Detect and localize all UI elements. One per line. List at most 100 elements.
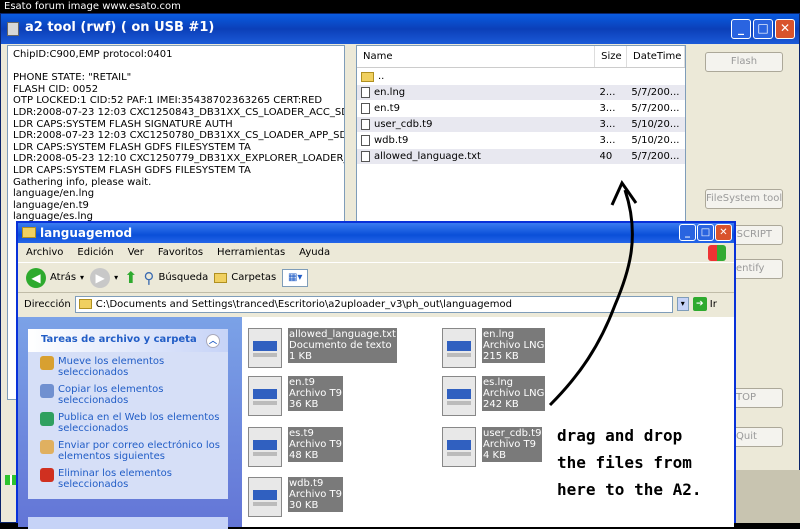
- log-line: PHONE STATE: "RETAIL": [13, 72, 132, 84]
- file-list-header: Name Size DateTime: [357, 46, 685, 68]
- file-row[interactable]: en.t9 3... 5/7/200...: [357, 101, 685, 116]
- back-button[interactable]: ◀ Atrás ▾: [26, 267, 84, 288]
- up-folder-icon[interactable]: ⬆: [124, 268, 137, 287]
- app-icon: [7, 22, 19, 36]
- address-label: Dirección: [24, 298, 71, 310]
- menu-item[interactable]: Archivo: [26, 247, 63, 262]
- file-item[interactable]: allowed_language.txt Documento de texto 1 …: [248, 328, 397, 368]
- log-line: FLASH CID: 0052: [13, 83, 99, 95]
- log-line: LDR:2008-07-23 12:03 CXC1250780_DB31XX_C…: [13, 130, 345, 142]
- file-icon: [361, 151, 370, 162]
- file-item[interactable]: user_cdb.t9 Archivo T9 4 KB: [442, 427, 543, 467]
- task-link[interactable]: Eliminar los elementos seleccionados: [28, 464, 228, 492]
- file-size: 242 KB: [483, 399, 519, 410]
- menu-item[interactable]: Ver: [128, 247, 144, 262]
- file-row[interactable]: en.lng 2... 5/7/200...: [357, 85, 685, 100]
- file-icon: [361, 103, 370, 114]
- log-line: language/en.t9: [13, 199, 89, 211]
- file-date: 5/10/20...: [631, 119, 680, 130]
- address-dropdown-icon[interactable]: ▾: [676, 297, 689, 311]
- go-button[interactable]: ➔ Ir: [692, 297, 717, 311]
- minimize-icon[interactable]: _: [679, 224, 696, 241]
- caption-line: here to the A2.: [557, 480, 702, 499]
- file-row[interactable]: user_cdb.t9 3... 5/10/20...: [357, 117, 685, 132]
- task-label: Publica en el Web los elementos seleccio…: [58, 412, 220, 434]
- forward-button[interactable]: ▶ ▾: [90, 267, 118, 288]
- task-link[interactable]: Publica en el Web los elementos seleccio…: [28, 408, 228, 436]
- minimize-icon[interactable]: _: [731, 19, 751, 39]
- file-row[interactable]: wdb.t9 3... 5/10/20...: [357, 133, 685, 148]
- task-icon: [40, 412, 54, 426]
- file-row[interactable]: allowed_language.txt 40 5/7/200...: [357, 149, 685, 164]
- other-places-header[interactable]: [28, 517, 228, 529]
- task-link[interactable]: Copiar los elementos seleccionados: [28, 380, 228, 408]
- maximize-icon[interactable]: □: [697, 224, 714, 241]
- file-name: en.t9: [289, 377, 315, 388]
- file-icon: [361, 135, 370, 146]
- col-size[interactable]: Size: [595, 46, 627, 67]
- desktop-background: [736, 470, 800, 523]
- drag-arrow-annotation: [548, 179, 638, 407]
- folders-button[interactable]: Carpetas: [214, 272, 276, 283]
- menu-item[interactable]: Ayuda: [299, 247, 330, 262]
- lng-file-icon: [442, 376, 476, 416]
- address-path: C:\Documents and Settings\tranced\Escrit…: [95, 298, 512, 310]
- file-label: es.lng Archivo LNG 242 KB: [482, 376, 546, 411]
- task-label: Enviar por correo electrónico los elemen…: [58, 440, 220, 462]
- file-name: user_cdb.t9: [374, 119, 433, 130]
- file-row[interactable]: ..: [357, 69, 685, 84]
- forward-arrow-icon: ▶: [90, 267, 111, 288]
- file-type: Archivo T9: [289, 439, 343, 450]
- menu-item[interactable]: Edición: [77, 247, 113, 262]
- t9-file-icon: [248, 427, 282, 467]
- close-icon[interactable]: ✕: [715, 224, 732, 241]
- log-line: language/en.lng: [13, 188, 95, 200]
- flash-button[interactable]: Flash: [705, 52, 783, 72]
- folder-icon: [22, 227, 36, 238]
- file-item[interactable]: en.lng Archivo LNG 215 KB: [442, 328, 546, 368]
- task-label: Eliminar los elementos seleccionados: [58, 468, 172, 490]
- filesystem-tool-button[interactable]: FileSystem tool: [705, 189, 783, 209]
- file-name-cell: ..: [357, 69, 596, 84]
- search-button[interactable]: ⚲ Búsqueda: [143, 269, 208, 287]
- col-name[interactable]: Name: [357, 46, 596, 67]
- task-link[interactable]: Mueve los elementos seleccionados: [28, 352, 228, 380]
- back-label: Atrás: [50, 272, 77, 283]
- dropdown-icon[interactable]: ▾: [114, 273, 118, 282]
- windows-logo-icon: [708, 245, 726, 261]
- t9-file-icon: [248, 477, 282, 517]
- task-icon: [40, 468, 54, 482]
- file-tasks-panel: Tareas de archivo y carpeta ︿ Mueve los …: [28, 329, 228, 499]
- file-name: user_cdb.t9: [483, 428, 542, 439]
- file-type: Archivo LNG: [483, 340, 545, 351]
- file-name-cell: user_cdb.t9: [357, 117, 596, 132]
- maximize-icon[interactable]: □: [753, 19, 773, 39]
- file-type: Archivo T9: [289, 489, 343, 500]
- file-item[interactable]: es.t9 Archivo T9 48 KB: [248, 427, 344, 467]
- file-name-cell: en.t9: [357, 101, 596, 116]
- file-item[interactable]: wdb.t9 Archivo T9 30 KB: [248, 477, 344, 517]
- file-name: es.lng: [483, 377, 514, 388]
- task-link[interactable]: Enviar por correo electrónico los elemen…: [28, 436, 228, 464]
- tasks-header[interactable]: Tareas de archivo y carpeta ︿: [28, 329, 228, 352]
- views-icon[interactable]: ▦▾: [282, 268, 309, 287]
- t9-file-icon: [248, 376, 282, 416]
- menu-item[interactable]: Favoritos: [158, 247, 203, 262]
- menu-item[interactable]: Herramientas: [217, 247, 285, 262]
- file-name: ..: [378, 71, 385, 82]
- close-icon[interactable]: ✕: [775, 19, 795, 39]
- collapse-icon[interactable]: ︿: [206, 334, 220, 348]
- file-name: wdb.t9: [374, 135, 409, 146]
- log-line: LDR CAPS:SYSTEM FLASH GDFS FILESYSTEM TA: [13, 164, 251, 176]
- file-size: 2...: [599, 87, 616, 98]
- search-icon: ⚲: [143, 268, 155, 287]
- file-name: en.lng: [483, 329, 515, 340]
- col-date[interactable]: DateTime: [627, 46, 685, 67]
- file-type: Archivo LNG: [483, 388, 545, 399]
- file-item[interactable]: es.lng Archivo LNG 242 KB: [442, 376, 546, 416]
- file-item[interactable]: en.t9 Archivo T9 36 KB: [248, 376, 344, 416]
- dropdown-icon[interactable]: ▾: [80, 273, 84, 282]
- a2-title-bar[interactable]: a2 tool (rwf) ( on USB #1) _ □ ✕: [1, 14, 799, 44]
- a2-title: a2 tool (rwf) ( on USB #1): [25, 20, 215, 35]
